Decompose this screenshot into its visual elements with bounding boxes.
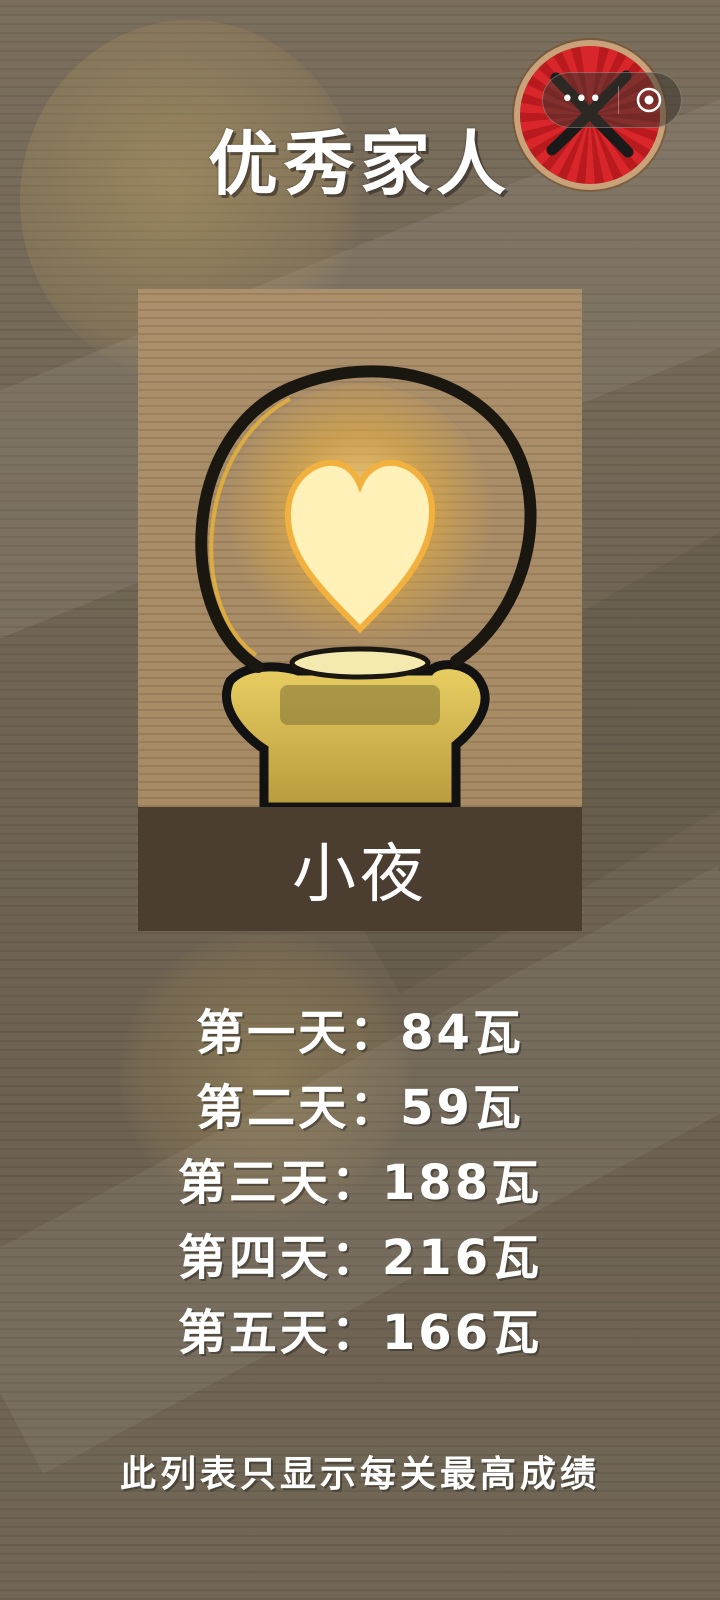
stat-separator: ：: [330, 1155, 382, 1211]
stat-row: 第二天：59瓦: [0, 1071, 720, 1146]
stat-value: 188瓦: [381, 1155, 543, 1211]
stat-value: 166瓦: [381, 1305, 543, 1361]
stat-row: 第四天：216瓦: [0, 1221, 720, 1296]
stat-label: 第五天: [177, 1305, 331, 1361]
stat-label: 第一天: [196, 1005, 350, 1061]
stat-separator: ：: [349, 1080, 401, 1136]
stat-value: 216瓦: [381, 1230, 543, 1286]
daily-score-list: 第一天：84瓦 第二天：59瓦 第三天：188瓦 第四天：216瓦 第五天：16…: [0, 996, 720, 1371]
stat-row: 第五天：166瓦: [0, 1296, 720, 1371]
stat-value: 84瓦: [400, 1005, 524, 1061]
character-name: 小夜: [292, 838, 428, 912]
page-title: 优秀家人: [208, 123, 512, 205]
stat-row: 第一天：84瓦: [0, 996, 720, 1071]
high-score-note: 此列表只显示每关最高成绩: [119, 1454, 600, 1495]
stat-separator: ：: [330, 1230, 382, 1286]
heart-bulb-icon: [195, 365, 537, 807]
character-name-bar: 小夜: [138, 807, 582, 931]
character-portrait: [138, 289, 582, 807]
stat-label: 第三天: [177, 1155, 331, 1211]
stat-row: 第三天：188瓦: [0, 1146, 720, 1221]
stat-label: 第四天: [177, 1230, 331, 1286]
stat-separator: ：: [349, 1005, 401, 1061]
stat-value: 59瓦: [400, 1080, 524, 1136]
stat-label: 第二天: [196, 1080, 350, 1136]
stat-separator: ：: [330, 1305, 382, 1361]
